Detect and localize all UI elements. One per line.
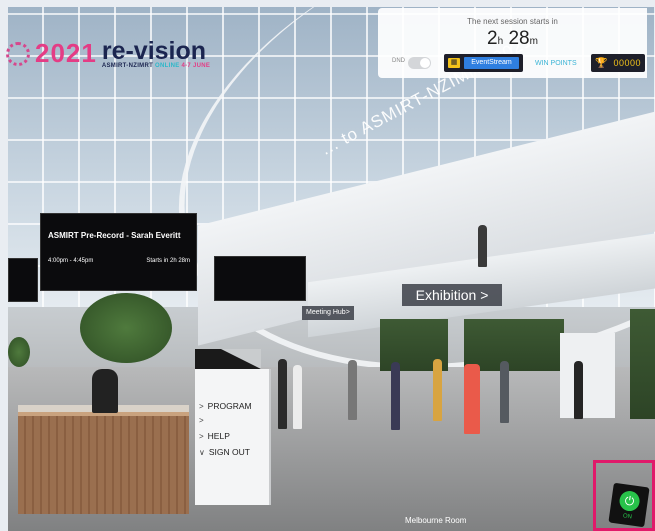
- receptionist-avatar: [92, 369, 118, 413]
- calendar-icon: ▦: [448, 58, 460, 68]
- countdown-minutes: 28: [508, 28, 530, 49]
- logo-sub-online: ONLINE: [155, 62, 180, 69]
- side-screen-left: [8, 258, 38, 302]
- session-screen-time: 4:00pm - 4:45pm: [48, 258, 94, 264]
- indoor-tree: [80, 293, 172, 363]
- menu-item-label: SIGN OUT: [208, 447, 250, 457]
- menu-item-sign-out[interactable]: ∨ SIGN OUT: [199, 447, 250, 457]
- logo-brand: re-vision: [101, 36, 207, 65]
- menu-item-help[interactable]: > HELP: [199, 431, 230, 441]
- meeting-hub-hotspot[interactable]: Meeting Hub>: [302, 306, 354, 320]
- side-screen-right: [214, 256, 306, 301]
- avatar: [278, 359, 287, 429]
- next-session-label: The next session starts in: [467, 17, 558, 26]
- room-label[interactable]: Melbourne Room: [405, 516, 466, 525]
- avatar: [391, 362, 400, 430]
- power-icon: ⏻: [618, 489, 641, 513]
- power-label: ON: [622, 513, 633, 521]
- green-wall: [464, 319, 564, 371]
- dnd-toggle[interactable]: [408, 57, 431, 69]
- trophy-icon: 🏆: [595, 57, 608, 69]
- avatar: [433, 359, 442, 421]
- session-screen-starts: Starts in 2h 28m: [146, 258, 190, 264]
- avatar: [464, 364, 480, 434]
- avatar: [293, 365, 302, 429]
- pillar: [560, 333, 615, 418]
- menu-item-label: PROGRAM: [207, 401, 252, 411]
- logo-mark-icon: [6, 41, 30, 66]
- chevron-right-icon: >: [199, 431, 204, 441]
- logo-subtitle: ASMIRT-NZIMRT ONLINE 4-7 JUNE: [102, 63, 210, 69]
- avatar: [478, 225, 487, 267]
- avatar: [500, 361, 509, 423]
- exhibition-hotspot[interactable]: Exhibition >: [402, 284, 502, 306]
- countdown-minutes-unit: m: [529, 36, 538, 47]
- reception-desk: [18, 412, 189, 514]
- green-wall: [630, 309, 655, 419]
- eventstream-button[interactable]: ▦ EventStream: [444, 54, 523, 72]
- logo-sub-org: ASMIRT-NZIMRT: [101, 62, 154, 69]
- chevron-down-icon: ∨: [199, 447, 205, 457]
- session-screen[interactable]: ASMIRT Pre-Record - Sarah Everitt 4:00pm…: [40, 213, 197, 291]
- chevron-right-icon: >: [199, 416, 204, 425]
- logo-year: 2021: [35, 38, 97, 68]
- session-countdown: 2h 28m: [378, 28, 647, 50]
- chevron-right-icon: >: [199, 401, 204, 411]
- kiosk-header: [195, 349, 261, 369]
- points-value: 00000: [613, 58, 641, 68]
- menu-kiosk: > PROGRAM > > HELP ∨ SIGN OUT: [195, 369, 269, 505]
- dnd-label: DND: [392, 58, 405, 64]
- event-logo: 2021 re-vision ASMIRT-NZIMRT ONLINE 4-7 …: [6, 38, 210, 69]
- exhibition-chevron-icon: >: [480, 287, 489, 303]
- session-screen-title: ASMIRT Pre-Record - Sarah Everitt: [48, 231, 181, 240]
- points-counter[interactable]: 🏆 00000: [591, 54, 645, 72]
- exhibition-label: Exhibition: [415, 287, 477, 303]
- indoor-plant: [8, 337, 30, 367]
- menu-item-label: HELP: [207, 431, 230, 441]
- power-button[interactable]: ⏻ ON: [608, 482, 650, 528]
- avatar: [574, 361, 583, 419]
- countdown-hours: 2: [487, 28, 498, 49]
- countdown-hours-unit: h: [497, 36, 504, 47]
- session-panel: The next session starts in 2h 28m DND ▦ …: [378, 8, 647, 78]
- menu-item-blank[interactable]: >: [199, 416, 208, 425]
- logo-sub-dates: 4-7 JUNE: [181, 62, 211, 69]
- avatar: [348, 360, 357, 420]
- win-points-link[interactable]: WIN POINTS: [535, 60, 577, 67]
- eventstream-label: EventStream: [464, 57, 519, 69]
- menu-item-program[interactable]: > PROGRAM: [199, 401, 252, 411]
